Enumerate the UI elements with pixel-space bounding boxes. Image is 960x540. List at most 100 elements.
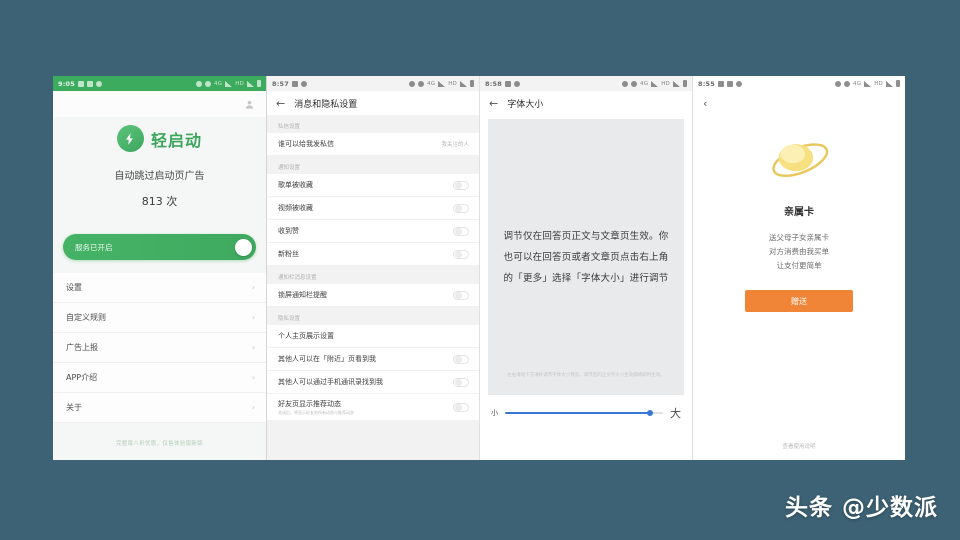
- row-label: 其他人可以通过手机通讯录找到我: [278, 378, 383, 386]
- setting-row-video-favorited[interactable]: 视频被收藏: [267, 197, 479, 220]
- font-preview-panel: 调节仅在回答页正文与文章页生效。你也可以在回答页或者文章页点击右上角的「更多」选…: [488, 119, 684, 395]
- status-bar-left: 8:57: [272, 80, 307, 88]
- font-size-slider[interactable]: 小 大: [480, 395, 692, 421]
- toggle-switch[interactable]: [453, 402, 469, 412]
- settings-menu-list: 设置 › 自定义规则 › 广告上报 › APP介绍 › 关于 ›: [53, 273, 266, 423]
- setting-row-received-like[interactable]: 收到赞: [267, 220, 479, 243]
- setting-row-find-by-contacts[interactable]: 其他人可以通过手机通讯录找到我: [267, 371, 479, 394]
- hd-label: HD: [874, 80, 883, 87]
- signal-icon: [438, 80, 446, 87]
- slider-track[interactable]: [505, 410, 663, 416]
- row-label: 其他人可以在「附近」页看到我: [278, 355, 376, 363]
- battery-icon: [683, 80, 687, 87]
- quick-start-hero: 轻启动 自动跳过启动页广告 813 次: [53, 117, 266, 209]
- app-subtitle: 自动跳过启动页广告: [114, 171, 205, 182]
- chevron-left-icon[interactable]: ‹: [703, 98, 707, 109]
- menu-item-label: 关于: [66, 403, 82, 412]
- status-bar-right: 4G HD: [409, 80, 474, 87]
- network-label: 4G: [640, 80, 649, 87]
- row-label-group: 好友页显示推荐动态 关闭后，将显示好友的所有动态与推荐动态: [278, 399, 354, 416]
- preview-note: 左右滑动下方滑杆调节字体大小预览，调节后的正文字大小生效都将即时生效。: [507, 373, 665, 378]
- toggle-switch[interactable]: [453, 180, 469, 190]
- toggle-switch[interactable]: [453, 354, 469, 364]
- row-sublabel: 关闭后，将显示好友的所有动态与推荐动态: [278, 409, 354, 415]
- menu-item-app-intro[interactable]: APP介绍 ›: [53, 363, 266, 393]
- app-icon: [735, 80, 742, 87]
- toggle-knob[interactable]: [235, 238, 252, 256]
- setting-row-nearby-visible[interactable]: 其他人可以在「附近」页看到我: [267, 348, 479, 371]
- menu-item-ad-report[interactable]: 广告上报 ›: [53, 333, 266, 363]
- card-description: 送父母子女亲属卡 对方消费由我买单 让支付更简单: [693, 231, 905, 273]
- bolt-icon: [116, 125, 144, 152]
- toggle-switch[interactable]: [453, 249, 469, 259]
- status-bar: 9:05 4G HD: [53, 76, 266, 91]
- status-bar-right: 4G HD: [622, 80, 687, 87]
- toggle-switch[interactable]: [453, 203, 469, 213]
- hd-label: HD: [661, 80, 670, 87]
- phone-font-size: 8:58 4G HD ← 字体大小 调节仅在回答页正文与文章页生效。你也可以在回…: [479, 76, 692, 460]
- family-card-illustration: [772, 143, 829, 177]
- bolt-glyph: [126, 132, 134, 145]
- chevron-right-icon: ›: [251, 373, 255, 382]
- status-time: 8:58: [485, 79, 502, 88]
- slider-fill: [505, 412, 651, 414]
- menu-item-custom-rules[interactable]: 自定义规则 ›: [53, 303, 266, 333]
- gift-button[interactable]: 赠送: [745, 290, 853, 312]
- toggle-switch[interactable]: [453, 290, 469, 300]
- status-bar-left: 9:05: [58, 80, 102, 88]
- toggle-switch[interactable]: [453, 226, 469, 236]
- service-toggle[interactable]: 服务已开启: [63, 234, 256, 260]
- signal-icon-2: [886, 80, 893, 87]
- setting-row-new-follower[interactable]: 新粉丝: [267, 243, 479, 266]
- network-label: 4G: [427, 80, 436, 87]
- menu-item-label: APP介绍: [66, 373, 98, 382]
- network-label: 4G: [214, 80, 223, 87]
- back-arrow-icon[interactable]: ←: [276, 98, 285, 109]
- section-header-notifications: 通知设置: [267, 156, 479, 174]
- row-label: 收到赞: [278, 227, 299, 235]
- back-arrow-icon[interactable]: ←: [489, 98, 498, 109]
- promo-footnote: 完整版八折优惠，仅售体验版新版: [115, 441, 203, 447]
- row-label: 视频被收藏: [278, 204, 313, 212]
- phone-screenshot-row: 9:05 4G HD 轻启动 自动跳过启动页广告 813 次 服务已开启 设置 …: [53, 76, 905, 460]
- setting-row-who-can-dm[interactable]: 谁可以给我发私信 我关注的人: [267, 133, 479, 156]
- location-icon: [844, 80, 851, 87]
- app-icon: [513, 80, 520, 87]
- app-icon: [95, 80, 102, 87]
- menu-item-about[interactable]: 关于 ›: [53, 393, 266, 423]
- location-icon: [205, 80, 212, 87]
- menu-item-settings[interactable]: 设置 ›: [53, 273, 266, 303]
- quick-start-topbar: [53, 91, 266, 117]
- phone-quick-start: 9:05 4G HD 轻启动 自动跳过启动页广告 813 次 服务已开启 设置 …: [53, 76, 266, 460]
- location-icon: [631, 80, 638, 87]
- row-label: 个人主页展示设置: [278, 332, 334, 340]
- nav-bar: ‹: [693, 91, 905, 115]
- card-title: 亲属卡: [784, 207, 814, 218]
- person-icon[interactable]: [244, 99, 255, 110]
- message-icon: [291, 80, 298, 87]
- setting-row-playlist-favorited[interactable]: 歌单被收藏: [267, 174, 479, 197]
- sync-icon: [835, 80, 842, 87]
- toggle-switch[interactable]: [453, 377, 469, 387]
- slider-handle[interactable]: [647, 410, 654, 416]
- setting-row-friend-feed-recommend[interactable]: 好友页显示推荐动态 关闭后，将显示好友的所有动态与推荐动态: [267, 394, 479, 421]
- card-desc-line-2: 对方消费由我买单: [769, 247, 829, 256]
- slider-max-label: 大: [670, 407, 681, 420]
- status-bar-left: 8:58: [485, 80, 520, 88]
- message-icon: [717, 80, 724, 87]
- sync-icon: [622, 80, 629, 87]
- usage-instructions-link[interactable]: 查看使用说明: [693, 442, 905, 450]
- battery-icon: [896, 80, 900, 87]
- setting-row-lockscreen-notification[interactable]: 锁屏通知栏提醒: [267, 284, 479, 307]
- status-bar-right: 4G HD: [196, 80, 261, 87]
- family-card-hero: 亲属卡 送父母子女亲属卡 对方消费由我买单 让支付更简单 赠送: [693, 115, 905, 312]
- chevron-right-icon: ›: [251, 343, 255, 352]
- network-label: 4G: [853, 80, 862, 87]
- signal-icon-2: [460, 80, 467, 87]
- status-time: 8:57: [272, 79, 289, 88]
- menu-item-label: 广告上报: [66, 343, 98, 352]
- status-time: 8:55: [698, 79, 715, 88]
- row-value: 我关注的人: [441, 142, 469, 148]
- setting-row-profile-display[interactable]: 个人主页展示设置: [267, 325, 479, 348]
- sync-icon: [409, 80, 416, 87]
